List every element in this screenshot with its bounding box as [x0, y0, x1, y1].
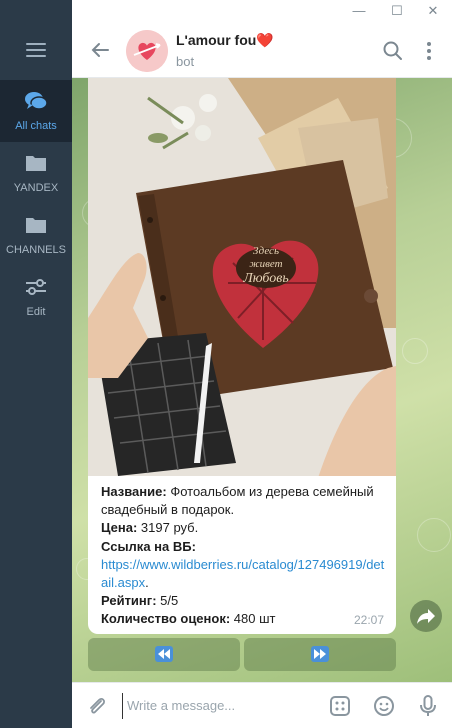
link-suffix: .: [145, 575, 149, 591]
caption-line-name: Название: Фотоальбом из дерева семейный …: [101, 483, 389, 519]
sidebar-item-edit[interactable]: Edit: [0, 266, 72, 328]
back-arrow-icon[interactable]: [90, 40, 110, 60]
sidebar-item-label: YANDEX: [13, 182, 59, 194]
sidebar-item-label: All chats: [15, 120, 57, 132]
chat-header: L'amour fou❤️ bot: [72, 24, 452, 78]
message-bubble[interactable]: Здесь живет Любовь Название: Фотоальбом …: [88, 78, 396, 634]
search-icon[interactable]: [382, 40, 404, 62]
message-composer: Write a message...: [72, 682, 452, 728]
wildberries-link[interactable]: https://www.wildberries.ru/catalog/12749…: [101, 557, 384, 590]
message-time: 22:07: [353, 613, 384, 627]
field-key: Название:: [101, 484, 167, 499]
field-value: 3197 руб.: [137, 520, 199, 536]
field-value: 480 шт: [230, 611, 276, 627]
microphone-icon[interactable]: [416, 694, 440, 718]
caption-line-price: Цена: 3197 руб.: [101, 519, 389, 537]
field-key: Количество оценок:: [101, 611, 231, 627]
more-vertical-icon[interactable]: [418, 40, 440, 62]
avatar[interactable]: [126, 30, 168, 72]
sidebar-item-yandex[interactable]: YANDEX: [0, 142, 72, 204]
sidebar-item-all-chats[interactable]: All chats: [0, 80, 72, 142]
menu-icon[interactable]: [0, 28, 72, 72]
bot-commands-icon[interactable]: [328, 694, 352, 718]
caption-line-link-label: Ссылка на ВБ:: [101, 538, 389, 556]
chat-area: Здесь живет Любовь Название: Фотоальбом …: [72, 78, 452, 682]
field-key: Ссылка на ВБ:: [101, 538, 196, 554]
photo-text-line: живет: [249, 258, 282, 270]
inline-keyboard: [88, 638, 396, 671]
caption-line-reviews: Количество оценок: 480 шт: [101, 610, 389, 628]
sidebar: All chats YANDEX CHANNELS Edit: [0, 0, 72, 728]
heart-arrow-logo: [126, 30, 168, 72]
sidebar-item-label: CHANNELS: [6, 244, 66, 256]
rewind-icon: [155, 646, 173, 662]
product-photo[interactable]: Здесь живет Любовь: [88, 78, 396, 476]
field-key: Рейтинг:: [101, 593, 157, 609]
field-value: 5/5: [156, 593, 179, 609]
sidebar-item-channels[interactable]: CHANNELS: [0, 204, 72, 266]
field-key: Цена:: [101, 520, 138, 536]
photo-text-line: Здесь: [253, 245, 279, 257]
close-button[interactable]: ✕: [416, 0, 450, 24]
previous-button[interactable]: [88, 638, 240, 671]
share-arrow-icon: [417, 609, 435, 624]
window-titlebar: — ☐ ✕: [72, 0, 452, 24]
photo-text-line: Любовь: [242, 271, 288, 286]
photo-album-image: Здесь живет Любовь: [88, 78, 396, 476]
chat-subtitle: bot: [176, 54, 195, 69]
chat-title: L'amour fou❤️: [176, 32, 274, 48]
sliders-icon: [26, 279, 46, 295]
minimize-button[interactable]: —: [342, 0, 376, 24]
next-button[interactable]: [244, 638, 396, 671]
paperclip-icon[interactable]: [86, 695, 108, 717]
folder-icon: [26, 156, 46, 171]
sidebar-item-label: Edit: [26, 306, 46, 318]
caption-line-link: https://www.wildberries.ru/catalog/12749…: [101, 556, 389, 592]
message-input[interactable]: Write a message...: [122, 693, 322, 719]
message-caption: Название: Фотоальбом из дерева семейный …: [101, 483, 389, 629]
caption-line-rating: Рейтинг: 5/5: [101, 592, 389, 610]
maximize-button[interactable]: ☐: [380, 0, 414, 24]
share-button[interactable]: [410, 600, 442, 632]
folder-icon: [26, 218, 46, 233]
chat-bubbles-icon: [25, 92, 48, 110]
emoji-icon[interactable]: [372, 694, 396, 718]
fast-forward-icon: [311, 646, 329, 662]
